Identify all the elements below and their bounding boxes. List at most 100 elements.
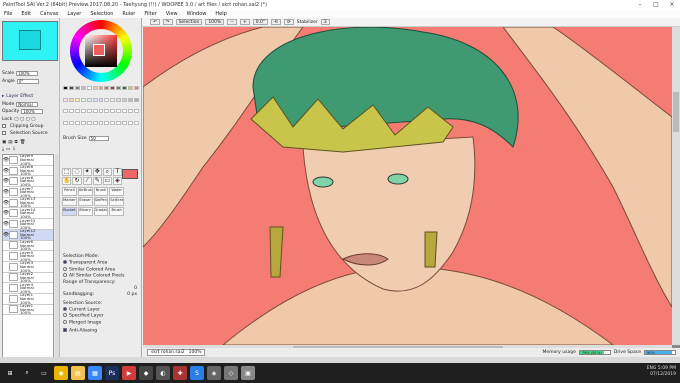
empty-swatch[interactable] — [134, 109, 139, 113]
new-layer-icon[interactable]: ▣ — [2, 140, 6, 145]
new-folder-icon[interactable]: ▤ — [8, 140, 12, 145]
menu-edit[interactable]: Edit — [21, 11, 31, 17]
color-swatch[interactable] — [110, 86, 116, 90]
empty-swatch[interactable] — [110, 109, 116, 113]
copy-layer-icon[interactable]: ⧉ — [15, 139, 18, 145]
rotate-right-button[interactable]: ⟳ — [283, 19, 294, 25]
angle-field[interactable]: 0° — [16, 78, 39, 84]
empty-swatch[interactable] — [74, 109, 80, 113]
move-tool-icon[interactable]: ✥ — [92, 168, 102, 176]
store-icon[interactable]: ▦ — [88, 366, 102, 380]
selection-source-checkbox[interactable] — [2, 131, 6, 135]
language-indicator[interactable]: ENG — [647, 366, 657, 371]
navigator-preview[interactable] — [2, 21, 58, 61]
empty-swatch[interactable] — [134, 120, 139, 125]
brush-size-field[interactable]: 50 — [88, 136, 109, 141]
file-tab[interactable]: skrt rohan.sai2 100% — [147, 349, 206, 356]
empty-swatch[interactable] — [116, 109, 122, 113]
brush-slot[interactable]: Brush — [109, 207, 124, 216]
brush-slot[interactable]: AirBrush — [77, 187, 93, 196]
brush-slot[interactable]: Bucket — [62, 207, 77, 216]
empty-swatch[interactable] — [80, 109, 86, 113]
clear-layer-icon[interactable]: ▭ — [6, 147, 10, 152]
lasso-tool-icon[interactable]: ◌ — [72, 168, 82, 176]
hand-tool-icon[interactable]: ✋ — [62, 177, 72, 185]
primary-color-box[interactable] — [122, 169, 138, 179]
color-swatch[interactable] — [104, 97, 110, 102]
opacity-slider[interactable]: 100% — [21, 108, 44, 114]
color-swatch[interactable] — [128, 97, 134, 102]
layer-row[interactable]: Layer1 Normal 100% — [3, 304, 53, 316]
color-swatch[interactable] — [116, 86, 122, 90]
color-swatch[interactable] — [80, 97, 86, 102]
stabilizer-select[interactable]: 3 — [320, 19, 330, 25]
app2-icon[interactable]: ◈ — [207, 366, 221, 380]
clock-time[interactable]: 5:09 PM — [658, 366, 676, 371]
empty-swatch[interactable] — [122, 120, 128, 125]
empty-swatch[interactable] — [128, 109, 134, 113]
empty-swatch[interactable] — [63, 120, 68, 125]
color-swatch[interactable] — [74, 97, 80, 102]
brush-slot[interactable]: Binary — [77, 207, 93, 216]
clock-date[interactable]: 07/12/2019 — [647, 372, 676, 378]
empty-swatch[interactable] — [74, 120, 80, 125]
empty-swatch[interactable] — [110, 120, 116, 125]
menu-file[interactable]: File — [4, 11, 12, 17]
magic-wand-icon[interactable]: ✦ — [82, 168, 92, 176]
app-icon[interactable]: ◆ — [139, 366, 153, 380]
color-swatch[interactable] — [80, 86, 86, 90]
color-wheel[interactable] — [70, 20, 132, 82]
menu-ruler[interactable]: Ruler — [122, 11, 135, 17]
brush-slot[interactable]: Eraser — [77, 197, 93, 206]
brush-slot[interactable]: Pencil — [62, 187, 77, 196]
empty-swatch[interactable] — [68, 120, 74, 125]
canvas-vertical-scrollbar[interactable] — [672, 27, 680, 345]
color-swatch[interactable] — [98, 97, 104, 102]
selection-toggle[interactable]: Selection — [175, 19, 203, 25]
empty-swatch[interactable] — [104, 120, 110, 125]
empty-swatch[interactable] — [122, 109, 128, 113]
menu-filter[interactable]: Filter — [144, 11, 156, 17]
empty-swatch[interactable] — [116, 120, 122, 125]
menu-canvas[interactable]: Canvas — [40, 11, 58, 17]
color-swatch[interactable] — [92, 86, 98, 90]
menu-selection[interactable]: Selection — [90, 11, 113, 17]
selection-source-row[interactable]: Selection Source — [2, 130, 58, 136]
brush-slot[interactable]: SelPen — [93, 197, 109, 206]
sandbagging-row[interactable]: Sandbagging: 0 px — [63, 292, 139, 298]
rotate-left-button[interactable]: ⟲ — [271, 19, 281, 25]
paint-icon[interactable]: ◐ — [156, 366, 170, 380]
clipping-group-checkbox[interactable] — [2, 124, 6, 128]
game-icon[interactable]: ✚ — [173, 366, 187, 380]
color-swatch[interactable] — [104, 86, 110, 90]
brush-slot[interactable]: Brush — [93, 187, 109, 196]
folder-icon[interactable]: ▤ — [71, 366, 85, 380]
delete-layer-icon[interactable]: 🗑 — [20, 140, 26, 145]
media-icon[interactable]: ▶ — [122, 366, 136, 380]
layer-list-scrollbar[interactable] — [55, 154, 59, 368]
sandbagging-value[interactable]: 0 px — [127, 292, 137, 298]
chrome-icon[interactable]: ◉ — [54, 366, 68, 380]
mode-select[interactable]: Normal — [16, 101, 39, 107]
redo-button[interactable]: ↷ — [162, 19, 173, 25]
empty-swatch[interactable] — [63, 109, 68, 113]
empty-swatch[interactable] — [92, 120, 98, 125]
layer-effect-row[interactable]: ▸ Layer Effect — [2, 93, 58, 99]
color-swatch[interactable] — [63, 86, 68, 90]
task-view-icon[interactable]: ▭ — [37, 366, 51, 380]
angle-field[interactable]: 0.0° — [252, 19, 269, 25]
color-swatch[interactable] — [86, 86, 92, 90]
close-button[interactable]: × — [664, 0, 680, 10]
color-swatch[interactable] — [110, 97, 116, 102]
color-swatch[interactable] — [134, 97, 139, 102]
navigator-viewport[interactable] — [19, 30, 41, 50]
empty-swatch[interactable] — [104, 109, 110, 113]
menu-view[interactable]: View — [166, 11, 178, 17]
color-swatch[interactable] — [86, 97, 92, 102]
brush-slot[interactable]: Water — [109, 187, 124, 196]
color-swatch[interactable] — [128, 86, 134, 90]
sai-icon[interactable]: S — [190, 366, 204, 380]
color-swatch[interactable] — [122, 86, 128, 90]
rotate-tool-icon[interactable]: ↻ — [72, 177, 82, 185]
empty-swatch[interactable] — [128, 120, 134, 125]
